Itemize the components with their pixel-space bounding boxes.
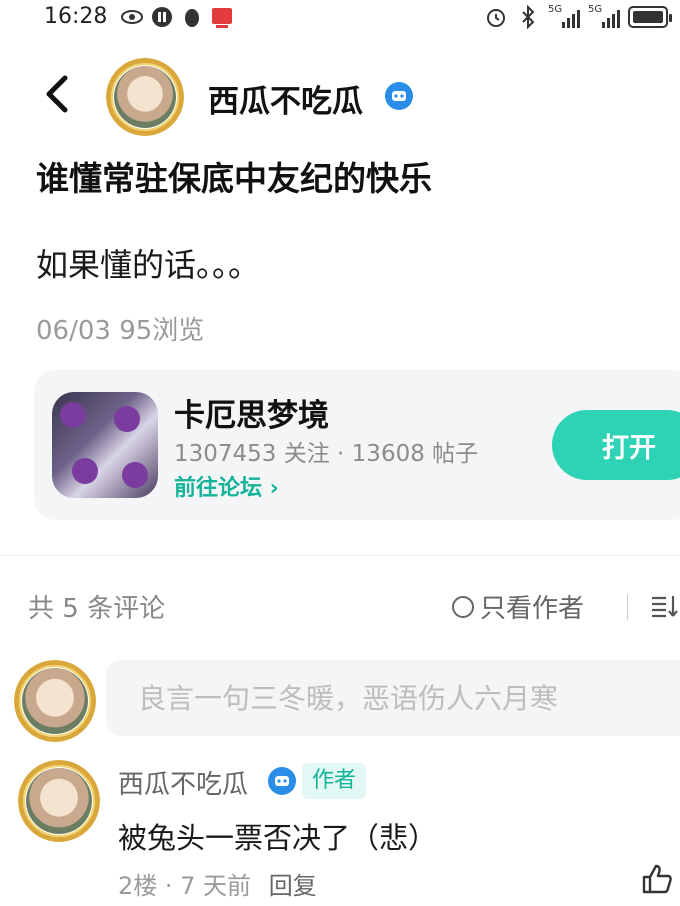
status-time: 16:28 bbox=[44, 4, 108, 29]
comment-text: 被兔头一票否决了（悲） bbox=[118, 821, 438, 855]
comment-input[interactable] bbox=[106, 660, 680, 736]
separator bbox=[627, 594, 628, 620]
comment-count: 共 5 条评论 bbox=[28, 594, 166, 624]
reply-button[interactable]: 回复 bbox=[269, 872, 317, 900]
author-tag: 作者 bbox=[302, 763, 367, 799]
alarm-icon bbox=[487, 9, 505, 27]
sort-icon[interactable] bbox=[648, 590, 680, 622]
game-verified-icon bbox=[268, 767, 296, 795]
radio-circle-icon bbox=[452, 595, 474, 618]
my-avatar bbox=[14, 660, 96, 742]
bluetooth-icon bbox=[522, 5, 535, 29]
author-name[interactable]: 西瓜不吃瓜 bbox=[208, 76, 363, 121]
post-body: 如果懂的话。。。 bbox=[36, 246, 261, 284]
thumbs-up-icon[interactable] bbox=[640, 862, 674, 896]
eye-icon bbox=[121, 10, 143, 24]
signal-strength-icon: 5G bbox=[548, 4, 580, 28]
chevron-left-icon bbox=[46, 75, 68, 113]
comment-floor-time: 2楼 · 7 天前 bbox=[118, 872, 252, 900]
divider bbox=[0, 555, 680, 556]
commenter-avatar[interactable] bbox=[18, 760, 100, 842]
status-bar: 16:28 5G 5G bbox=[0, 0, 680, 36]
battery-icon bbox=[628, 6, 672, 28]
commenter-name[interactable]: 西瓜不吃瓜 bbox=[118, 764, 248, 801]
post-header: 西瓜不吃瓜 bbox=[0, 52, 680, 136]
author-only-label: 只看作者 bbox=[480, 594, 585, 624]
app-notification-icon bbox=[212, 8, 232, 28]
qq-penguin-icon bbox=[185, 9, 199, 27]
go-to-forum-link[interactable]: 前往论坛 › bbox=[174, 470, 279, 502]
author-only-toggle[interactable]: 只看作者 bbox=[452, 588, 584, 625]
comment-meta: 2楼 · 7 天前 回复 bbox=[118, 866, 317, 901]
forum-game-icon bbox=[52, 392, 158, 498]
forum-stats: 1307453 关注 · 13608 帖子 bbox=[174, 441, 479, 467]
forum-name: 卡厄思梦境 bbox=[174, 398, 329, 434]
open-button[interactable]: 打开 bbox=[552, 410, 680, 480]
forum-card[interactable]: 卡厄思梦境 1307453 关注 · 13608 帖子 前往论坛 › 打开 bbox=[34, 370, 680, 520]
back-button[interactable] bbox=[36, 72, 76, 116]
game-verified-icon bbox=[385, 82, 413, 110]
author-avatar[interactable] bbox=[106, 58, 184, 136]
pause-app-icon bbox=[152, 7, 172, 27]
post-title: 谁懂常驻保底中友纪的快乐 bbox=[36, 159, 432, 198]
signal-strength-icon-2: 5G bbox=[588, 4, 620, 28]
post-meta: 06/03 95浏览 bbox=[36, 316, 205, 346]
